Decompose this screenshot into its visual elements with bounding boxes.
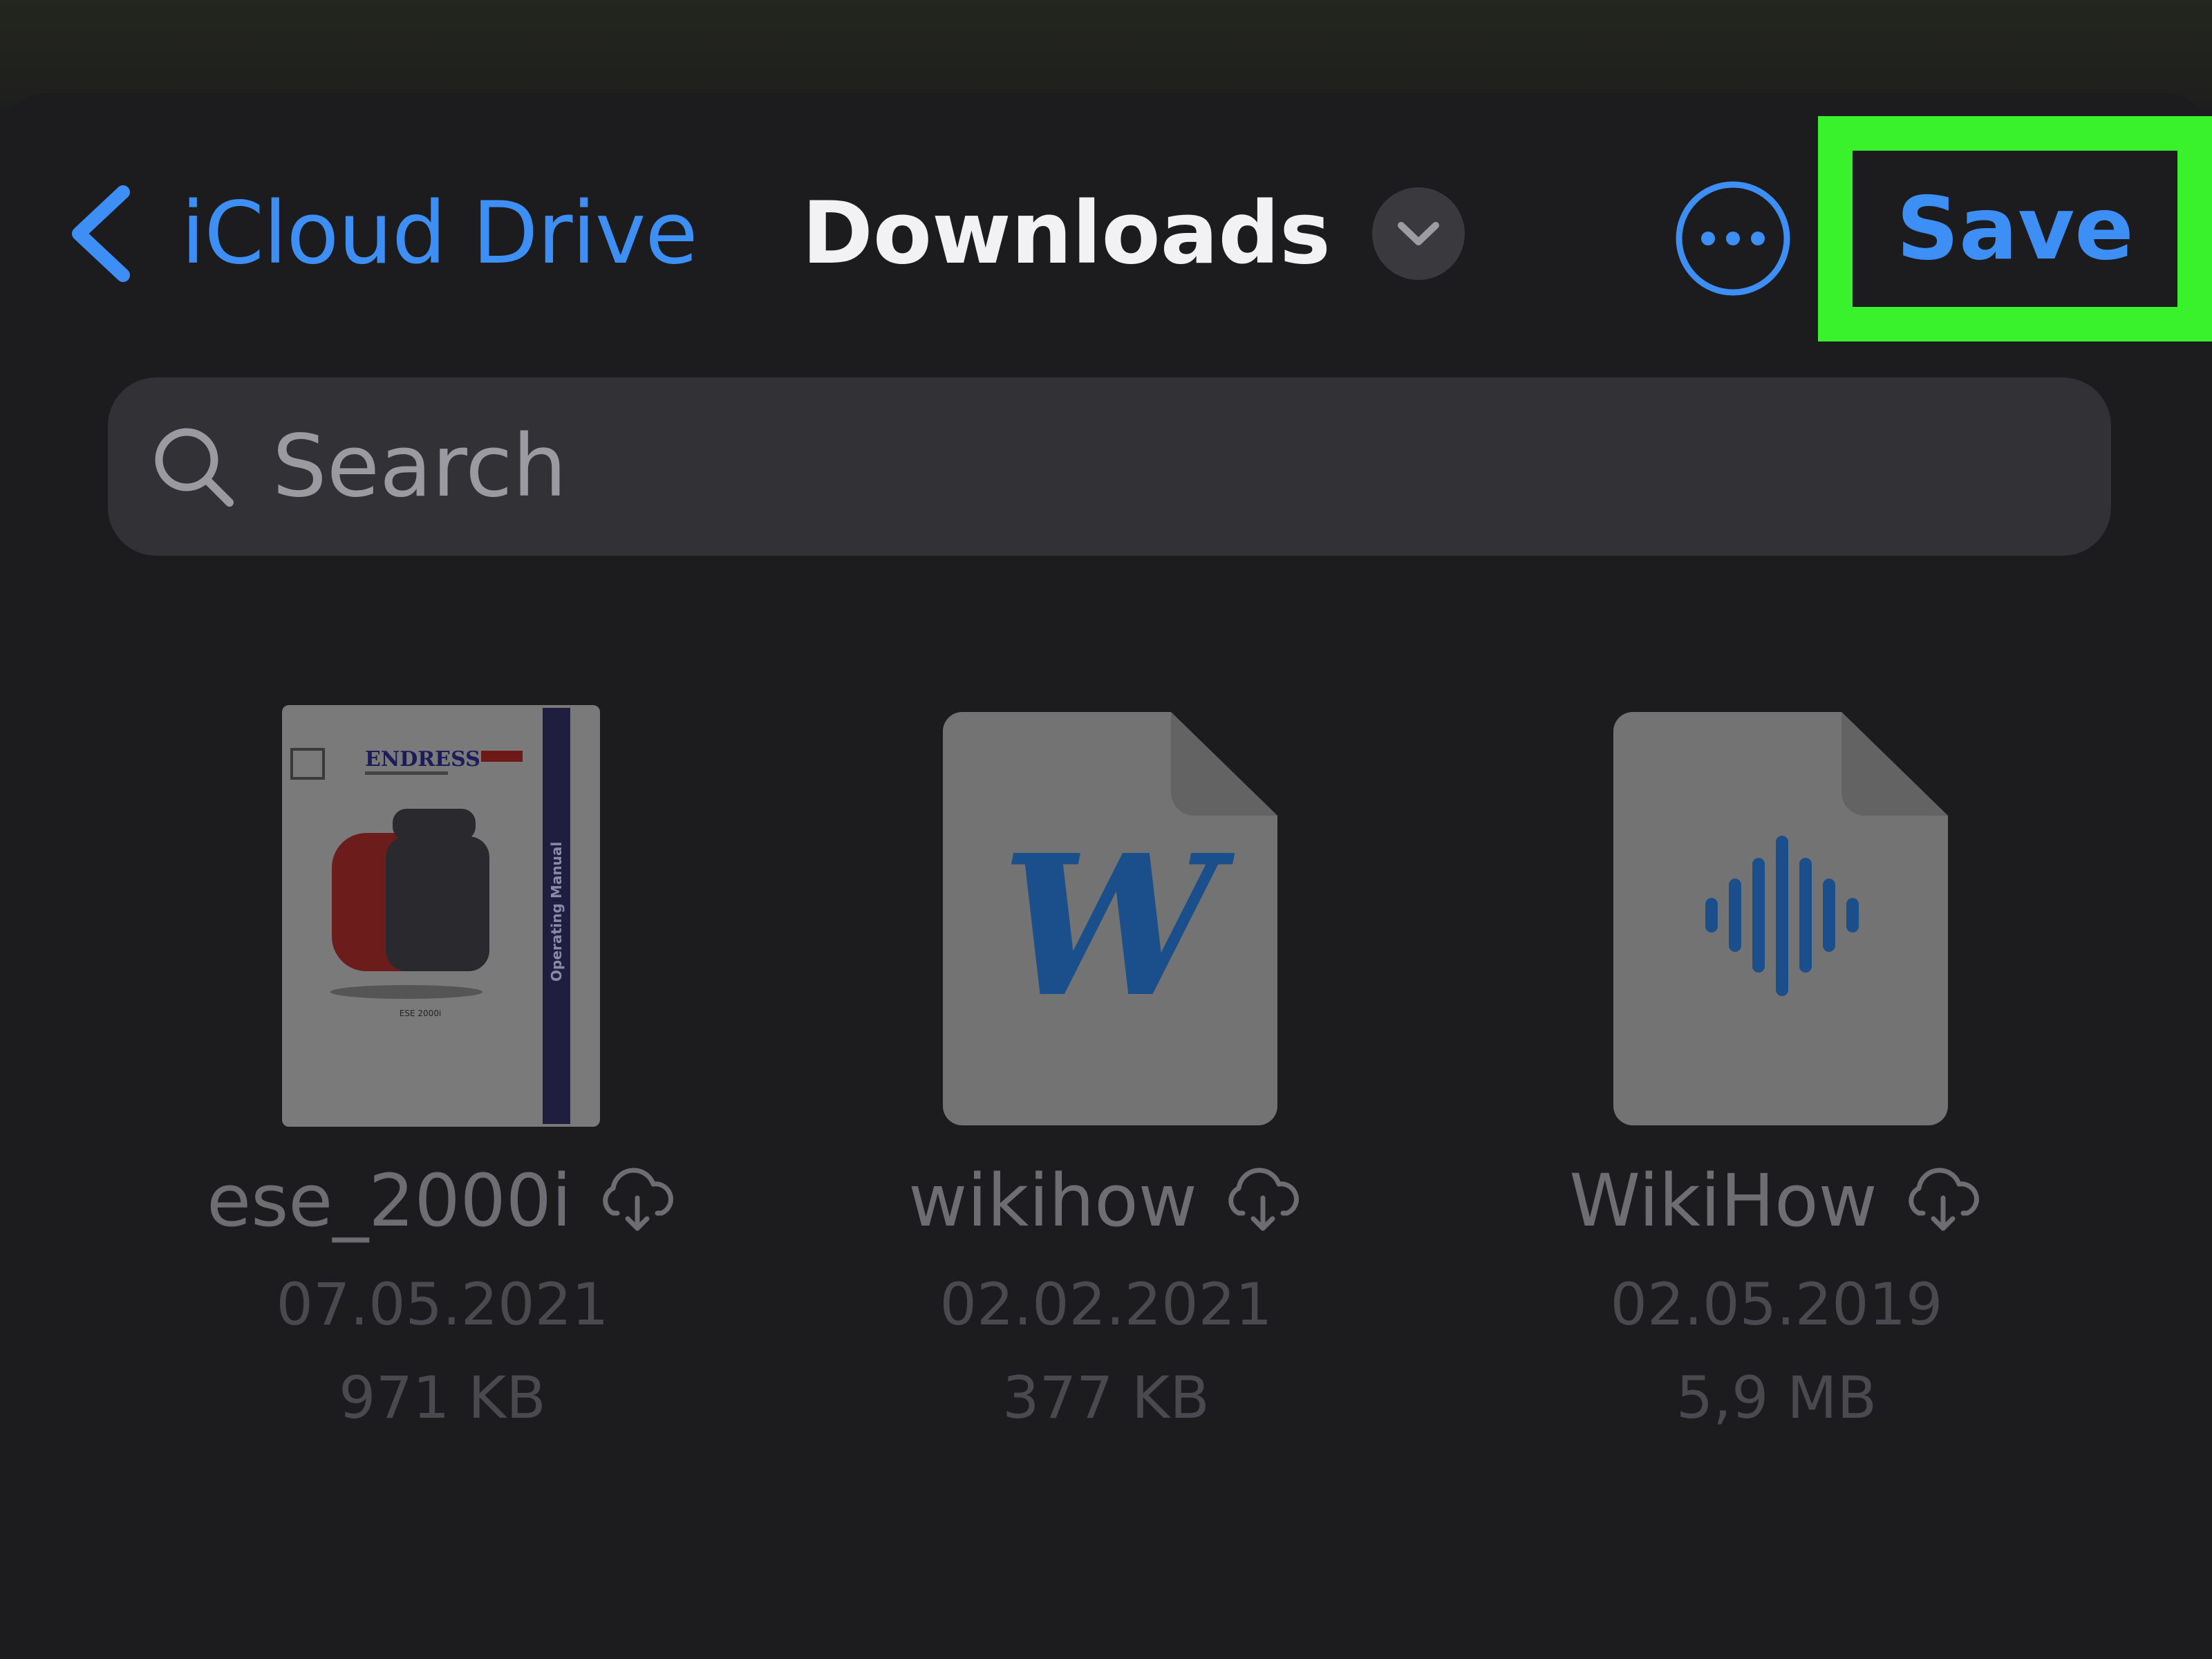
file-name: wikihow [908, 1159, 1197, 1243]
cover-model: ESE 2000i [400, 1009, 441, 1018]
chevron-left-icon [64, 182, 138, 285]
cloud-download-icon [597, 1168, 678, 1234]
chevron-down-icon[interactable] [1371, 187, 1465, 280]
search-icon [149, 422, 238, 511]
file-item[interactable]: W wikihow 02.02.2021 377 KB [774, 705, 1438, 1465]
file-name: ese_2000i [207, 1159, 572, 1243]
search-bar[interactable] [108, 377, 2111, 556]
file-size: 5,9 MB [1676, 1364, 1877, 1432]
search-input[interactable] [271, 416, 2002, 517]
file-name-row: WikiHow [1445, 1165, 2108, 1237]
file-thumbnail-manual-cover: ENDRESS ESE 2000i Operating Manual [282, 705, 600, 1127]
folder-title-menu[interactable]: Downloads [802, 171, 1465, 296]
save-button-label: Save [1896, 178, 2134, 279]
cover-side-text: Operating Manual [548, 842, 565, 982]
save-button[interactable]: Save [1853, 151, 2177, 307]
file-name-row: wikihow [774, 1165, 1438, 1237]
cover-brand: ENDRESS [365, 747, 480, 771]
more-options-button[interactable] [1673, 178, 1793, 299]
cloud-download-icon [1902, 1168, 1984, 1234]
page-title: Downloads [802, 184, 1331, 283]
file-item[interactable]: ENDRESS ESE 2000i Operating Manual ese_2… [111, 705, 774, 1465]
word-document-icon: W [943, 712, 1277, 1125]
file-date: 02.02.2021 [939, 1271, 1273, 1338]
file-name: WikiHow [1569, 1159, 1877, 1243]
file-item[interactable]: WikiHow 02.05.2019 5,9 MB [1445, 705, 2108, 1465]
word-glyph: W [1002, 813, 1237, 1040]
ellipsis-circle-icon [1673, 178, 1793, 299]
file-date: 07.05.2021 [276, 1271, 609, 1338]
file-size: 377 KB [1002, 1364, 1210, 1432]
back-button-label: iCloud Drive [181, 184, 698, 283]
cloud-download-icon [1222, 1168, 1304, 1234]
file-size: 971 KB [339, 1364, 546, 1432]
file-date: 02.05.2019 [1610, 1271, 1943, 1338]
back-button[interactable]: iCloud Drive [64, 171, 698, 296]
audio-waveform-icon [1613, 712, 1948, 1125]
file-name-row: ese_2000i [111, 1165, 774, 1237]
